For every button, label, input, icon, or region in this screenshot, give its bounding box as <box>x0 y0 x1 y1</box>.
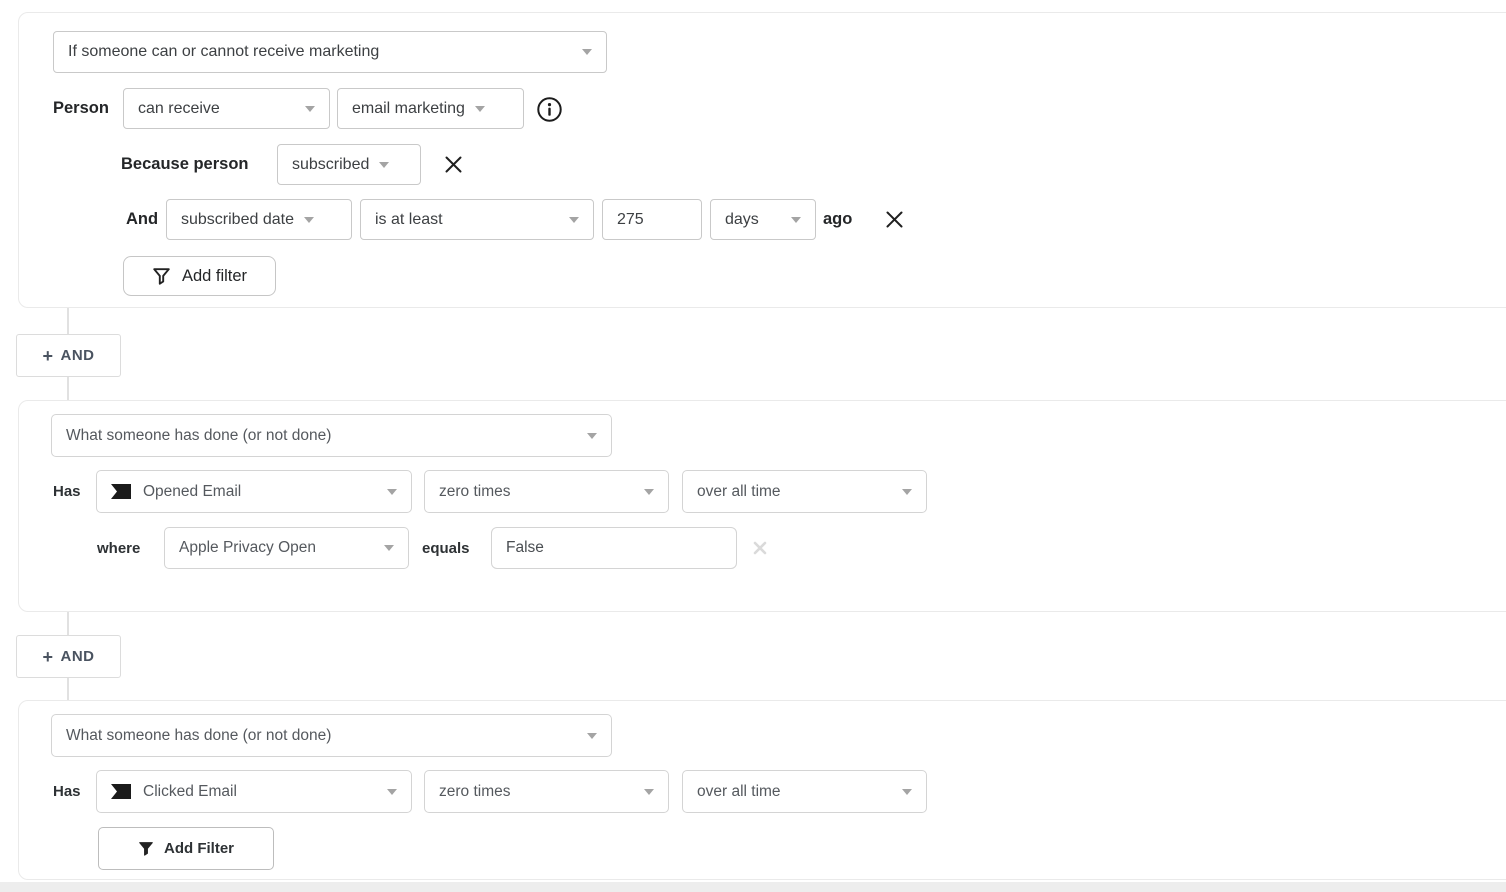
timeframe-dropdown[interactable]: over all time <box>682 470 927 513</box>
reason-dropdown[interactable]: subscribed <box>277 144 421 185</box>
chevron-down-icon <box>791 217 801 223</box>
add-filter-label: Add filter <box>182 267 247 286</box>
plus-icon: + <box>42 347 53 365</box>
chevron-down-icon <box>387 489 397 495</box>
add-filter-label: Add Filter <box>164 840 234 857</box>
condition-card-marketing: If someone can or cannot receive marketi… <box>18 12 1506 308</box>
chevron-down-icon <box>587 433 597 439</box>
add-filter-button[interactable]: Add Filter <box>98 827 274 870</box>
equals-label: equals <box>422 527 470 569</box>
and-button-label: AND <box>61 347 95 364</box>
date-unit-value: days <box>725 211 759 229</box>
chevron-down-icon <box>582 49 592 55</box>
metric-value: Opened Email <box>143 483 241 501</box>
klaviyo-flag-icon <box>111 484 131 499</box>
remove-where-filter-icon[interactable] <box>752 540 768 556</box>
consent-operator-value: can receive <box>138 100 220 118</box>
klaviyo-flag-icon <box>111 784 131 799</box>
chevron-down-icon <box>387 789 397 795</box>
chevron-down-icon <box>379 162 389 168</box>
metric-dropdown[interactable]: Clicked Email <box>96 770 412 813</box>
date-value-input[interactable] <box>602 199 702 240</box>
add-filter-button[interactable]: Add filter <box>123 256 276 296</box>
person-label: Person <box>53 88 109 129</box>
chevron-down-icon <box>644 789 654 795</box>
timeframe-dropdown[interactable]: over all time <box>682 770 927 813</box>
chevron-down-icon <box>902 489 912 495</box>
frequency-dropdown[interactable]: zero times <box>424 770 669 813</box>
reason-value: subscribed <box>292 156 369 174</box>
frequency-value: zero times <box>439 483 511 501</box>
info-icon[interactable] <box>536 96 563 123</box>
property-dropdown[interactable]: Apple Privacy Open <box>164 527 409 569</box>
and-button-label: AND <box>61 648 95 665</box>
metric-value: Clicked Email <box>143 783 237 801</box>
condition-type-dropdown[interactable]: If someone can or cannot receive marketi… <box>53 31 607 73</box>
date-property-dropdown[interactable]: subscribed date <box>166 199 352 240</box>
where-label: where <box>97 527 140 569</box>
consent-operator-dropdown[interactable]: can receive <box>123 88 330 129</box>
date-operator-value: is at least <box>375 211 443 229</box>
chevron-down-icon <box>384 545 394 551</box>
frequency-dropdown[interactable]: zero times <box>424 470 669 513</box>
condition-card-opened-email: What someone has done (or not done) Has … <box>18 400 1506 612</box>
date-unit-dropdown[interactable]: days <box>710 199 816 240</box>
chevron-down-icon <box>902 789 912 795</box>
metric-dropdown[interactable]: Opened Email <box>96 470 412 513</box>
condition-card-clicked-email: What someone has done (or not done) Has … <box>18 700 1506 880</box>
condition-type-value: What someone has done (or not done) <box>66 727 331 745</box>
date-operator-dropdown[interactable]: is at least <box>360 199 594 240</box>
chevron-down-icon <box>569 217 579 223</box>
date-property-value: subscribed date <box>181 211 294 229</box>
channel-dropdown[interactable]: email marketing <box>337 88 524 129</box>
condition-type-value: If someone can or cannot receive marketi… <box>68 43 379 61</box>
add-and-condition-button[interactable]: + AND <box>16 635 121 678</box>
plus-icon: + <box>42 648 53 666</box>
chevron-down-icon <box>587 733 597 739</box>
timeframe-value: over all time <box>697 483 781 501</box>
chevron-down-icon <box>644 489 654 495</box>
page-bottom-background <box>0 882 1506 892</box>
channel-value: email marketing <box>352 100 465 118</box>
funnel-icon <box>138 841 154 857</box>
condition-type-value: What someone has done (or not done) <box>66 427 331 445</box>
property-value-input[interactable] <box>491 527 737 569</box>
timeframe-value: over all time <box>697 783 781 801</box>
remove-date-filter-icon[interactable] <box>884 209 905 230</box>
segment-builder: If someone can or cannot receive marketi… <box>0 0 1506 892</box>
because-person-label: Because person <box>121 144 248 185</box>
has-label: Has <box>53 470 81 513</box>
and-label: And <box>126 199 158 240</box>
has-label: Has <box>53 770 81 813</box>
frequency-value: zero times <box>439 783 511 801</box>
property-value: Apple Privacy Open <box>179 539 316 557</box>
funnel-icon <box>152 267 171 286</box>
add-and-condition-button[interactable]: + AND <box>16 334 121 377</box>
remove-reason-filter-icon[interactable] <box>443 154 464 175</box>
condition-type-dropdown[interactable]: What someone has done (or not done) <box>51 414 612 457</box>
chevron-down-icon <box>305 106 315 112</box>
chevron-down-icon <box>304 217 314 223</box>
condition-type-dropdown[interactable]: What someone has done (or not done) <box>51 714 612 757</box>
ago-label: ago <box>823 199 852 240</box>
chevron-down-icon <box>475 106 485 112</box>
